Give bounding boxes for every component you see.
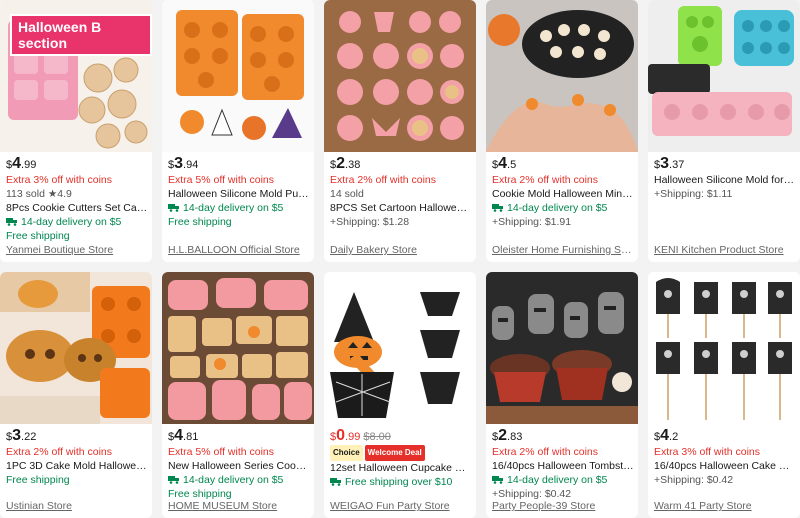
coin-promo: Extra 2% off with coins — [330, 174, 437, 186]
product-card[interactable]: $2.38 Extra 2% off with coins 14 sold 8P… — [324, 0, 476, 262]
product-image[interactable] — [648, 272, 800, 424]
product-title[interactable]: Cookie Mold Halloween Mini Ring ... — [492, 187, 634, 201]
shipping-info: +Shipping: $0.42 — [492, 488, 572, 500]
product-info: $4.2 Extra 3% off with coins 16/40pcs Ha… — [654, 428, 796, 487]
sold-rating: 113 sold ★4.9 — [6, 188, 72, 200]
product-title[interactable]: 16/40pcs Halloween Tombstone C... — [492, 459, 634, 473]
product-price: $4.99 — [6, 155, 37, 172]
product-title[interactable]: 8PCS Set Cartoon Halloween Biscu... — [330, 201, 472, 215]
delivery-info: 14-day delivery on $5 — [492, 473, 634, 487]
coin-promo: Extra 3% off with coins — [6, 174, 113, 186]
shipping-info: +Shipping: $1.11 — [654, 188, 733, 200]
product-price: $3.37 — [654, 155, 685, 172]
coin-promo: Extra 5% off with coins — [168, 174, 275, 186]
product-info: $4.5 Extra 2% off with coins Cookie Mold… — [492, 156, 634, 229]
product-card[interactable]: $3.37 Halloween Silicone Mold for Bakin.… — [648, 0, 800, 262]
product-image[interactable] — [486, 0, 638, 152]
store-link[interactable]: Daily Bakery Store — [330, 244, 472, 256]
delivery-info: 14-day delivery on $5 — [6, 215, 148, 229]
product-title[interactable]: 8Pcs Cookie Cutters Set Cartoon O... — [6, 201, 148, 215]
shipping-info: Free shipping — [6, 230, 70, 242]
product-title[interactable]: New Halloween Series Cookie Mol... — [168, 459, 310, 473]
product-price: $4.5 — [492, 155, 517, 172]
product-image[interactable] — [324, 0, 476, 152]
product-price: $4.2 — [654, 427, 679, 444]
product-price: $0.99 $8.00 — [330, 427, 391, 444]
store-link[interactable]: HOME MUSEUM Store — [168, 500, 310, 512]
product-price: $2.83 — [492, 427, 523, 444]
product-title[interactable]: Halloween Silicone Mold for Bakin... — [654, 173, 796, 187]
choice-badge: Choice — [330, 445, 363, 461]
product-price: $4.81 — [168, 427, 199, 444]
store-link[interactable]: H.L.BALLOON Official Store — [168, 244, 310, 256]
star-icon: ★ — [47, 188, 58, 200]
truck-icon — [168, 204, 179, 212]
product-info: $3.94 Extra 5% off with coins Halloween … — [168, 156, 310, 229]
product-price: $3.94 — [168, 155, 199, 172]
product-price: $3.22 — [6, 427, 37, 444]
shipping-info: Free shipping — [168, 488, 232, 500]
product-info: $4.81 Extra 5% off with coins New Hallow… — [168, 428, 310, 501]
product-title[interactable]: Halloween Silicone Mold Pumpkin ... — [168, 187, 310, 201]
product-image[interactable] — [0, 272, 152, 424]
product-image[interactable] — [486, 272, 638, 424]
store-link[interactable]: Warm 41 Party Store — [654, 500, 796, 512]
product-info: $0.99 $8.00 Choice Welcome Deal 12set Hall… — [330, 428, 472, 489]
store-link[interactable]: Oleister Home Furnishing Store St... — [492, 244, 634, 256]
product-card[interactable]: Halloween B section $4.99 Extra 3% off w… — [0, 0, 152, 262]
product-info: $3.22 Extra 2% off with coins 1PC 3D Cak… — [6, 428, 148, 487]
store-link[interactable]: Party People-39 Store — [492, 500, 634, 512]
product-price: $2.38 — [330, 155, 361, 172]
shipping-info: Free shipping — [6, 474, 70, 486]
product-card[interactable]: $2.83 Extra 2% off with coins 16/40pcs H… — [486, 272, 638, 518]
delivery-info: 14-day delivery on $5 — [492, 201, 634, 215]
product-image[interactable] — [324, 272, 476, 424]
product-image[interactable]: Halloween B section — [0, 0, 152, 152]
store-link[interactable]: WEIGAO Fun Party Store — [330, 500, 472, 512]
product-image[interactable] — [162, 272, 314, 424]
product-card[interactable]: $4.2 Extra 3% off with coins 16/40pcs Ha… — [648, 272, 800, 518]
store-link[interactable]: Yanmei Boutique Store — [6, 244, 148, 256]
product-info: $2.83 Extra 2% off with coins 16/40pcs H… — [492, 428, 634, 501]
product-image[interactable] — [162, 0, 314, 152]
product-grid: Halloween B section $4.99 Extra 3% off w… — [0, 0, 800, 518]
product-title[interactable]: 12set Halloween Cupcake Wrappe... — [330, 461, 472, 475]
product-title[interactable]: 16/40pcs Halloween Cake Decorati... — [654, 459, 796, 473]
truck-icon — [168, 476, 179, 484]
welcome-deal-badge: Welcome Deal — [364, 445, 425, 461]
delivery-info: Free shipping over $10 — [330, 475, 472, 489]
image-banner-label: Halloween B section — [10, 14, 152, 56]
delivery-info: 14-day delivery on $5 — [168, 201, 310, 215]
coin-promo: Extra 3% off with coins — [654, 446, 761, 458]
coin-promo: Extra 2% off with coins — [492, 174, 599, 186]
deal-badges: Choice Welcome Deal — [330, 445, 472, 461]
truck-icon — [492, 476, 503, 484]
original-price: $8.00 — [363, 431, 391, 443]
product-info: $2.38 Extra 2% off with coins 14 sold 8P… — [330, 156, 472, 229]
coin-promo: Extra 5% off with coins — [168, 446, 275, 458]
coin-promo: Extra 2% off with coins — [492, 446, 599, 458]
truck-icon — [6, 218, 17, 226]
store-link[interactable]: KENI Kitchen Product Store — [654, 244, 796, 256]
product-card[interactable]: $3.94 Extra 5% off with coins Halloween … — [162, 0, 314, 262]
product-image[interactable] — [648, 0, 800, 152]
shipping-info: +Shipping: $1.91 — [492, 216, 572, 228]
product-info: $3.37 Halloween Silicone Mold for Bakin.… — [654, 156, 796, 201]
product-title[interactable]: 1PC 3D Cake Mold Halloween Bro... — [6, 459, 148, 473]
store-link[interactable]: Ustinian Store — [6, 500, 148, 512]
truck-icon — [330, 478, 341, 486]
delivery-info: 14-day delivery on $5 — [168, 473, 310, 487]
product-card[interactable]: $3.22 Extra 2% off with coins 1PC 3D Cak… — [0, 272, 152, 518]
shipping-info: Free shipping — [168, 216, 232, 228]
shipping-info: +Shipping: $0.42 — [654, 474, 734, 486]
product-card[interactable]: $0.99 $8.00 Choice Welcome Deal 12set Hall… — [324, 272, 476, 518]
sold-count: 14 sold — [330, 188, 364, 200]
coin-promo: Extra 2% off with coins — [6, 446, 113, 458]
truck-icon — [492, 204, 503, 212]
product-info: $4.99 Extra 3% off with coins 113 sold ★… — [6, 156, 148, 243]
product-card[interactable]: $4.81 Extra 5% off with coins New Hallow… — [162, 272, 314, 518]
product-card[interactable]: $4.5 Extra 2% off with coins Cookie Mold… — [486, 0, 638, 262]
shipping-info: +Shipping: $1.28 — [330, 216, 410, 228]
